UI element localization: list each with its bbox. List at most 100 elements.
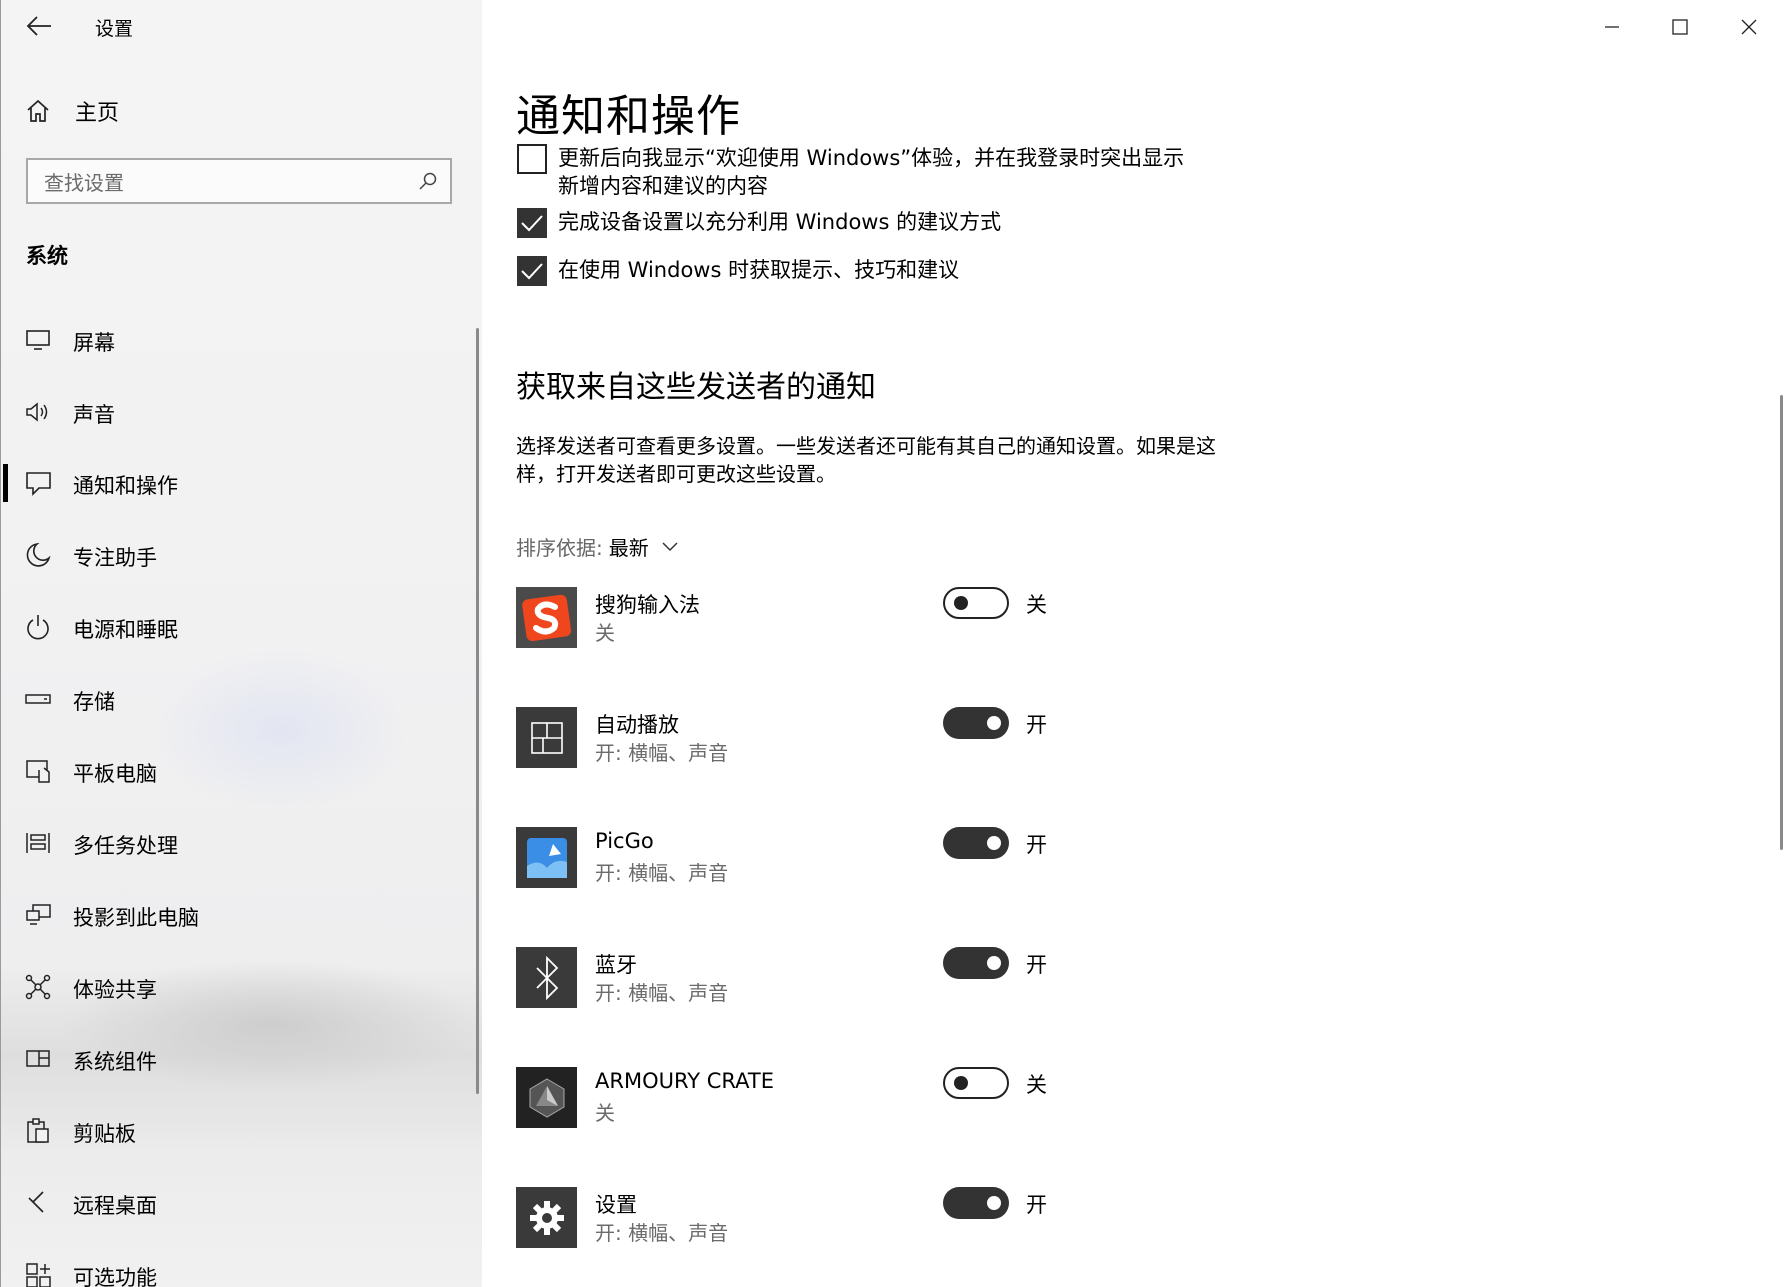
sidebar-item-storage[interactable]: 存储 [1, 674, 471, 724]
toggle-knob [987, 716, 1001, 730]
sender-status: 开: 横幅、声音 [595, 981, 729, 1005]
clipboard-icon [27, 1118, 49, 1143]
sidebar-item-label: 多任务处理 [73, 834, 178, 858]
storage-icon [25, 694, 51, 704]
sender-toggle[interactable] [943, 1187, 1009, 1219]
sidebar-item-label: 可选功能 [73, 1266, 157, 1287]
sidebar-item-power[interactable]: 电源和睡眠 [1, 602, 471, 652]
toggle-label: 开 [1026, 833, 1047, 857]
optional-features-icon [26, 1263, 51, 1287]
sender-name: 自动播放 [595, 713, 679, 737]
sender-status: 开: 横幅、声音 [595, 741, 729, 765]
sidebar-item-components[interactable]: 系统组件 [1, 1034, 471, 1084]
display-icon [26, 330, 50, 350]
sender-status: 开: 横幅、声音 [595, 861, 729, 885]
welcome-experience-checkbox[interactable] [517, 144, 547, 174]
sidebar: 设置 主页 查找设置 系统 屏幕 声音 通知和操作 专注助手 电源和睡眠 存储 … [0, 0, 482, 1287]
sidebar-item-display[interactable]: 屏幕 [1, 315, 471, 365]
search-input[interactable]: 查找设置 [26, 158, 452, 204]
sidebar-item-remote-desktop[interactable]: 远程桌面 [1, 1178, 471, 1228]
sender-toggle[interactable] [943, 1067, 1009, 1099]
close-button[interactable] [1734, 14, 1764, 40]
sidebar-item-focus-assist[interactable]: 专注助手 [1, 530, 471, 580]
welcome-experience-label: 更新后向我显示“欢迎使用 Windows”体验，并在我登录时突出显示 新增内容和… [558, 144, 1184, 200]
sender-status: 关 [595, 621, 615, 645]
sender-status: 开: 横幅、声音 [595, 1221, 729, 1245]
sender-row-picgo[interactable]: PicGo 开: 横幅、声音 开 [516, 827, 1116, 889]
section-title: 系统 [26, 244, 68, 268]
notification-icon [26, 472, 51, 496]
toggle-label: 开 [1026, 953, 1047, 977]
toggle-knob [954, 596, 968, 610]
sidebar-item-label: 投影到此电脑 [73, 906, 199, 930]
minimize-button[interactable] [1597, 14, 1627, 40]
toggle-knob [987, 1196, 1001, 1210]
sender-row-sogou[interactable]: 搜狗输入法 关 关 [516, 587, 1116, 649]
projection-icon [26, 904, 51, 925]
sidebar-item-label: 通知和操作 [73, 474, 178, 498]
toggle-label: 开 [1026, 1193, 1047, 1217]
sidebar-item-optional-features[interactable]: 可选功能 [1, 1250, 471, 1287]
sidebar-item-label: 电源和睡眠 [73, 618, 178, 642]
toggle-label: 开 [1026, 713, 1047, 737]
armoury-crate-icon [516, 1067, 577, 1128]
close-icon [1741, 19, 1757, 35]
sidebar-item-projection[interactable]: 投影到此电脑 [1, 890, 471, 940]
toggle-knob [987, 836, 1001, 850]
sender-toggle[interactable] [943, 587, 1009, 619]
sidebar-item-label: 远程桌面 [73, 1194, 157, 1218]
speaker-icon [26, 402, 48, 422]
sidebar-item-shared-experience[interactable]: 体验共享 [1, 962, 471, 1012]
sidebar-item-sound[interactable]: 声音 [1, 387, 471, 437]
minimize-icon [1605, 26, 1619, 28]
sidebar-item-label: 平板电脑 [73, 762, 157, 786]
toggle-knob [987, 956, 1001, 970]
sogou-icon [516, 587, 577, 648]
sender-name: 蓝牙 [595, 953, 637, 977]
search-placeholder: 查找设置 [44, 170, 124, 195]
sender-toggle[interactable] [943, 827, 1009, 859]
sidebar-item-tablet[interactable]: 平板电脑 [1, 746, 471, 796]
sender-toggle[interactable] [943, 947, 1009, 979]
senders-description: 选择发送者可查看更多设置。一些发送者还可能有其自己的通知设置。如果是这样，打开发… [516, 434, 1216, 486]
sender-row-bluetooth[interactable]: 蓝牙 开: 横幅、声音 开 [516, 947, 1116, 1009]
share-icon [25, 974, 51, 1000]
sender-name: 搜狗输入法 [595, 593, 700, 617]
checkbox-label-line: 新增内容和建议的内容 [558, 174, 768, 198]
device-setup-checkbox[interactable] [517, 208, 547, 238]
sender-row-armoury-crate[interactable]: ARMOURY CRATE 关 关 [516, 1067, 1116, 1129]
back-button[interactable] [25, 14, 53, 38]
maximize-icon [1672, 19, 1688, 35]
sort-label: 排序依据: [516, 536, 603, 560]
sidebar-item-multitasking[interactable]: 多任务处理 [1, 818, 471, 868]
toggle-knob [954, 1076, 968, 1090]
sidebar-item-label: 主页 [75, 101, 120, 126]
sender-row-autoplay[interactable]: 自动播放 开: 横幅、声音 开 [516, 707, 1116, 769]
checkbox-label-line: 更新后向我显示“欢迎使用 Windows”体验，并在我登录时突出显示 [558, 146, 1185, 170]
sidebar-scrollbar[interactable] [476, 328, 479, 1094]
moon-icon [26, 542, 51, 567]
maximize-button[interactable] [1665, 14, 1695, 40]
components-icon [26, 1050, 50, 1067]
sender-name: ARMOURY CRATE [595, 1069, 774, 1093]
sidebar-item-notifications[interactable]: 通知和操作 [1, 458, 471, 508]
sort-dropdown[interactable]: 排序依据: 最新 [516, 532, 679, 561]
sidebar-item-label: 声音 [73, 403, 115, 427]
toggle-label: 关 [1026, 593, 1047, 617]
sidebar-item-home[interactable]: 主页 [25, 96, 119, 126]
sidebar-item-clipboard[interactable]: 剪贴板 [1, 1106, 471, 1156]
back-arrow-icon [26, 16, 51, 36]
senders-heading: 获取来自这些发送者的通知 [516, 370, 876, 405]
sidebar-item-label: 专注助手 [73, 546, 157, 570]
tips-checkbox[interactable] [517, 256, 547, 286]
checkmark-icon [521, 215, 543, 232]
sender-row-settings[interactable]: 设置 开: 横幅、声音 开 [516, 1187, 1116, 1249]
sidebar-item-label: 屏幕 [73, 331, 115, 355]
bluetooth-icon [516, 947, 577, 1008]
picgo-icon [516, 827, 577, 888]
sender-toggle[interactable] [943, 707, 1009, 739]
main-scrollbar[interactable] [1780, 395, 1783, 850]
app-title: 设置 [95, 18, 134, 40]
sender-status: 关 [595, 1101, 615, 1125]
search-icon[interactable] [418, 171, 438, 191]
